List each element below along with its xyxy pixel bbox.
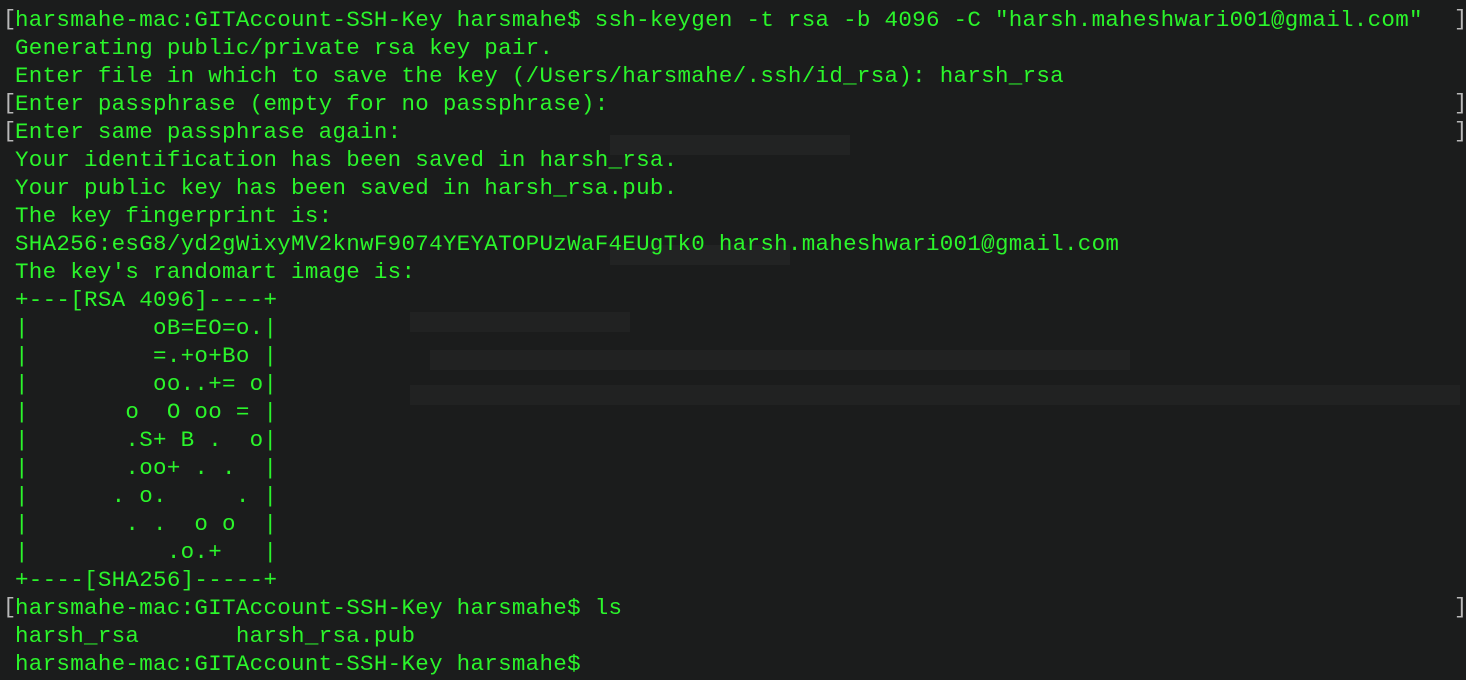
randomart-line: | .S+ B . o| — [15, 427, 278, 453]
terminal-line: harsmahe-mac:GITAccount-SSH-Key harsmahe… — [0, 650, 1466, 678]
prompt-line[interactable]: harsmahe-mac:GITAccount-SSH-Key harsmahe… — [15, 650, 581, 678]
terminal-line: +----[SHA256]-----+ — [0, 566, 1466, 594]
output-line: Your identification has been saved in ha… — [15, 147, 678, 173]
terminal-line: | .o.+ | — [0, 538, 1466, 566]
terminal-line: | . o. . | — [0, 482, 1466, 510]
output-line: Your public key has been saved in harsh_… — [15, 175, 678, 201]
terminal-line: [ harsmahe-mac:GITAccount-SSH-Key harsma… — [0, 594, 1466, 622]
terminal-line: [ harsmahe-mac:GITAccount-SSH-Key harsma… — [0, 6, 1466, 34]
output-line: Enter file in which to save the key (/Us… — [15, 63, 1064, 89]
output-line: harsh_rsa harsh_rsa.pub — [15, 623, 416, 649]
terminal-line: | .oo+ . . | — [0, 454, 1466, 482]
command-line: harsmahe-mac:GITAccount-SSH-Key harsmahe… — [15, 7, 1423, 33]
line-bracket-right: ] — [1454, 119, 1466, 144]
terminal-line: The key's randomart image is: — [0, 258, 1466, 286]
command-line: harsmahe-mac:GITAccount-SSH-Key harsmahe… — [15, 595, 623, 621]
line-bracket-right: ] — [1454, 91, 1466, 116]
terminal-line: | oB=EO=o.| — [0, 314, 1466, 342]
terminal-window[interactable]: [ harsmahe-mac:GITAccount-SSH-Key harsma… — [0, 0, 1466, 680]
fingerprint-line: SHA256:esG8/yd2gWixyMV2knwF9074YEYATOPUz… — [15, 231, 1120, 257]
terminal-line: Your identification has been saved in ha… — [0, 146, 1466, 174]
line-bracket-right: ] — [1454, 7, 1466, 32]
randomart-line: | .oo+ . . | — [15, 455, 278, 481]
output-line: Generating public/private rsa key pair. — [15, 35, 554, 61]
terminal-line: +---[RSA 4096]----+ — [0, 286, 1466, 314]
terminal-line: | o O oo = | — [0, 398, 1466, 426]
randomart-line: | . . o o | — [15, 511, 278, 537]
terminal-line: Enter file in which to save the key (/Us… — [0, 62, 1466, 90]
output-line: Enter passphrase (empty for no passphras… — [15, 91, 609, 117]
terminal-line: | . . o o | — [0, 510, 1466, 538]
terminal-line: Your public key has been saved in harsh_… — [0, 174, 1466, 202]
randomart-line: | .o.+ | — [15, 539, 278, 565]
terminal-line: The key fingerprint is: — [0, 202, 1466, 230]
terminal-line: harsh_rsa harsh_rsa.pub — [0, 622, 1466, 650]
terminal-line: | .S+ B . o| — [0, 426, 1466, 454]
terminal-line: [ Enter passphrase (empty for no passphr… — [0, 90, 1466, 118]
randomart-line: | oB=EO=o.| — [15, 315, 278, 341]
randomart-line: | . o. . | — [15, 483, 278, 509]
terminal-line: Generating public/private rsa key pair. — [0, 34, 1466, 62]
output-line: The key fingerprint is: — [15, 203, 333, 229]
terminal-line: | oo..+= o| — [0, 370, 1466, 398]
output-line: The key's randomart image is: — [15, 259, 416, 285]
randomart-line: | o O oo = | — [15, 399, 278, 425]
terminal-line: SHA256:esG8/yd2gWixyMV2knwF9074YEYATOPUz… — [0, 230, 1466, 258]
randomart-line: | oo..+= o| — [15, 371, 278, 397]
line-bracket-right: ] — [1454, 595, 1466, 620]
randomart-line: +----[SHA256]-----+ — [15, 567, 278, 593]
terminal-line: [ Enter same passphrase again: ] — [0, 118, 1466, 146]
output-line: Enter same passphrase again: — [15, 119, 402, 145]
randomart-line: +---[RSA 4096]----+ — [15, 287, 278, 313]
terminal-line: | =.+o+Bo | — [0, 342, 1466, 370]
randomart-line: | =.+o+Bo | — [15, 343, 278, 369]
